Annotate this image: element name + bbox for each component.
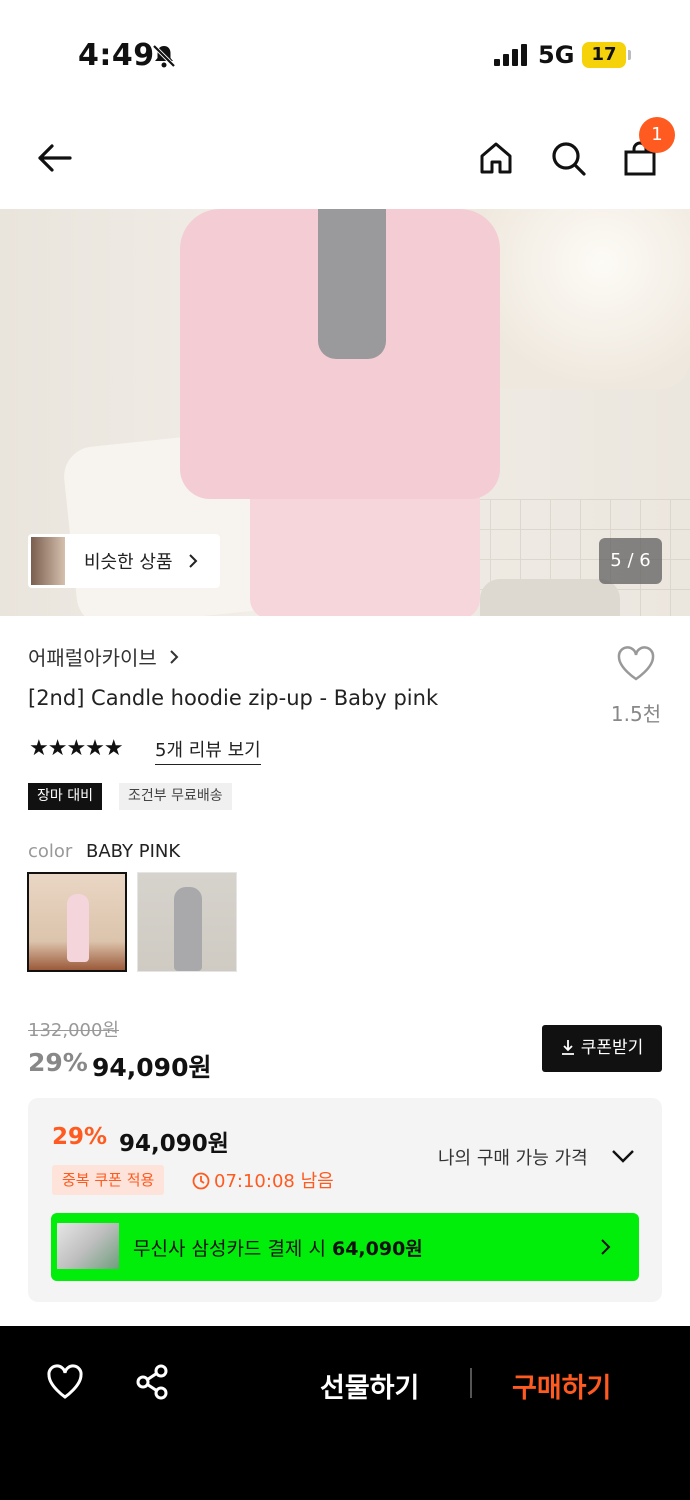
my-final-price: 94,090원 (119, 1131, 229, 1157)
clock-icon (192, 1172, 210, 1190)
timer-text: 07:10:08 남음 (214, 1171, 334, 1192)
sale-price: 94,090원 (92, 1053, 212, 1082)
battery-indicator: 17 (582, 42, 626, 68)
brand-name: 어패럴아카이브 (28, 646, 157, 670)
rating-stars: ★★★★★ (29, 736, 124, 761)
top-nav (0, 118, 690, 198)
similar-label: 비슷한 상품 (84, 552, 173, 573)
coupon-download-button[interactable]: 쿠폰받기 (542, 1025, 662, 1072)
coupon-label: 쿠폰받기 (580, 1038, 644, 1058)
product-title: [2nd] Candle hoodie zip-up - Baby pink (28, 686, 439, 710)
chevron-right-icon (170, 650, 179, 664)
color-label: color (28, 841, 73, 862)
countdown-timer: 07:10:08 남음 (192, 1167, 334, 1193)
chevron-right-icon (601, 1239, 611, 1255)
cart-count-badge: 1 (639, 117, 675, 153)
discount-rate: 29% (28, 1048, 88, 1077)
brand-link[interactable]: 어패럴아카이브 (28, 642, 179, 671)
status-bar: 4:49 5G 17 (0, 0, 690, 110)
card-promo-price: 64,090원 (331, 1238, 423, 1260)
divider (470, 1368, 472, 1398)
signal-icon (494, 44, 527, 66)
duplicate-coupon-badge: 중복 쿠폰 적용 (52, 1165, 165, 1195)
heart-icon[interactable] (45, 1362, 85, 1402)
back-arrow-icon[interactable] (34, 138, 74, 178)
card-promo-image (57, 1223, 119, 1269)
heart-icon (617, 646, 655, 681)
tank-top-shape (318, 209, 386, 359)
image-counter: 5 / 6 (599, 538, 662, 584)
tag-rainy-season: 장마 대비 (28, 783, 102, 810)
my-price-panel: 29% 94,090원 중복 쿠폰 적용 07:10:08 남음 나의 구매 가… (28, 1098, 662, 1302)
color-swatch-grey[interactable] (137, 872, 237, 972)
card-promo-label: 무신사 삼성카드 결제 시 (133, 1238, 332, 1260)
status-time: 4:49 (78, 38, 155, 73)
gift-button[interactable]: 선물하기 (320, 1366, 419, 1405)
chair-shape (480, 579, 620, 616)
my-discount-rate: 29% (52, 1124, 108, 1150)
buy-button[interactable]: 구매하기 (512, 1366, 611, 1405)
search-icon[interactable] (548, 138, 588, 178)
original-price: 132,000원 (28, 1020, 119, 1041)
card-promo-banner[interactable]: 무신사 삼성카드 결제 시 64,090원 (51, 1213, 639, 1281)
download-icon (561, 1040, 574, 1055)
like-count: 1.5천 (610, 702, 662, 726)
battery-tip (628, 50, 631, 60)
tag-free-shipping: 조건부 무료배송 (119, 783, 232, 810)
color-swatch-baby-pink[interactable] (27, 872, 127, 972)
share-icon[interactable] (133, 1362, 173, 1402)
my-price-toggle[interactable]: 나의 구매 가능 가격 (438, 1144, 588, 1170)
home-icon[interactable] (476, 138, 516, 178)
product-image[interactable]: 비슷한 상품 5 / 6 (0, 209, 690, 616)
like-button[interactable] (605, 645, 667, 687)
color-value: BABY PINK (86, 841, 181, 862)
swatch-figure (67, 894, 89, 962)
similar-products-button[interactable]: 비슷한 상품 (28, 534, 220, 588)
bottom-action-bar: 선물하기 구매하기 (0, 1326, 690, 1500)
network-label: 5G (538, 41, 575, 69)
chevron-right-icon (189, 554, 198, 568)
curtain-shape (470, 209, 690, 389)
chevron-down-icon[interactable] (610, 1146, 636, 1166)
swatch-figure (174, 887, 202, 971)
card-promo-text: 무신사 삼성카드 결제 시 64,090원 (133, 1234, 423, 1261)
bell-slash-icon (152, 44, 176, 68)
review-link[interactable]: 5개 리뷰 보기 (155, 736, 261, 765)
similar-thumbnail (31, 537, 65, 585)
